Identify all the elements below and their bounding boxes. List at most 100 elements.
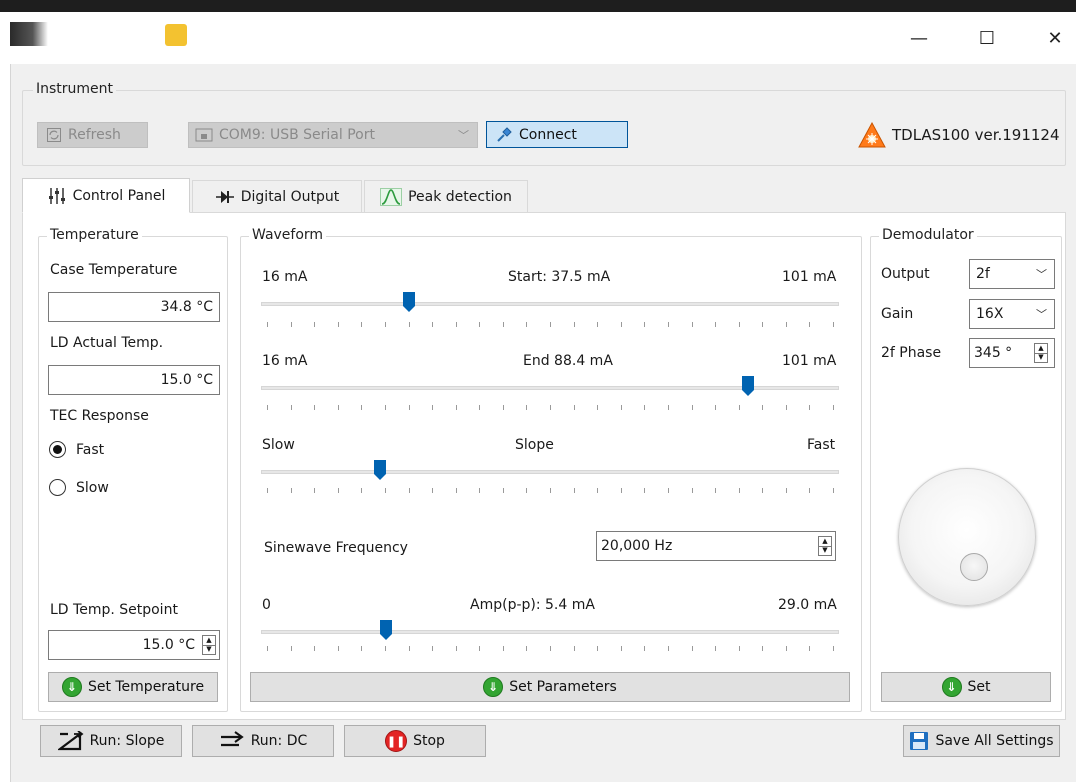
slider-tick [432,646,434,651]
slope-slider-ticks [267,488,834,494]
slider-tick [314,646,316,651]
setpoint-stepper[interactable]: ▲ ▼ [202,635,216,655]
sinewave-frequency-label: Sinewave Frequency [264,540,408,556]
slider-tick [384,488,386,493]
stepper-up-icon[interactable]: ▲ [1035,344,1047,353]
run-dc-button[interactable]: Run: DC [192,725,334,757]
slider-tick [620,488,622,493]
sinewave-stepper[interactable]: ▲ ▼ [818,536,832,556]
set-parameters-button[interactable]: ⇓ Set Parameters [250,672,850,702]
slider-tick [762,322,764,327]
output-label: Output [881,266,930,282]
end-max-label: 101 mA [782,353,837,369]
ld-temp-setpoint-input[interactable]: 15.0 °C [48,630,220,660]
slider-tick [620,405,622,410]
tab-digital-output[interactable]: Digital Output [192,180,362,212]
arrow-down-circle-icon: ⇓ [61,677,82,697]
refresh-button[interactable]: Refresh [37,122,148,148]
slider-tick [597,322,599,327]
set-temperature-button[interactable]: ⇓ Set Temperature [48,672,218,702]
slider-tick [597,646,599,651]
phase-knob-indicator[interactable] [960,553,988,581]
slider-tick [691,646,693,651]
run-slope-label: Run: Slope [89,733,165,749]
tab-peak-detection[interactable]: Peak detection [364,180,528,212]
start-min-label: 16 mA [262,269,308,285]
slider-tick [644,322,646,327]
slope-slider-thumb[interactable] [374,460,387,480]
slider-tick [833,646,834,651]
diode-icon [215,190,234,203]
stop-button[interactable]: ❚❚ Stop [344,725,486,757]
refresh-icon [47,128,61,142]
set-temperature-label: Set Temperature [87,679,205,695]
slider-tick [738,322,740,327]
stepper-up-icon[interactable]: ▲ [819,537,831,546]
start-slider-track[interactable] [261,302,839,306]
output-select[interactable]: 2f ﹀ [969,259,1055,289]
slider-tick [667,322,669,327]
end-slider-ticks [267,405,834,411]
end-slider-thumb[interactable] [742,376,755,396]
output-value: 2f [976,266,990,282]
case-temperature-field: 34.8 °C [48,292,220,322]
arrow-down-circle-icon: ⇓ [941,677,962,697]
amp-slider-thumb[interactable] [379,620,392,640]
chevron-down-icon: ﹀ [1036,268,1047,281]
slider-tick [691,322,693,327]
slider-tick [597,488,599,493]
slider-tick [809,488,811,493]
minimize-button[interactable]: — [894,16,944,60]
save-all-settings-button[interactable]: Save All Settings [903,725,1060,757]
stepper-down-icon[interactable]: ▼ [1035,352,1047,363]
slider-tick [502,646,504,651]
com-port-select[interactable]: COM9: USB Serial Port ﹀ [188,122,478,148]
slope-ramp-icon [57,731,84,751]
waveform-group-title: Waveform [249,227,327,243]
tab-control-panel[interactable]: Control Panel [22,178,190,213]
set-demodulator-button[interactable]: ⇓ Set [881,672,1051,702]
slider-tick [762,488,764,493]
tec-slow-radio[interactable] [49,479,66,496]
version-label: TDLAS100 ver.191124 [892,126,1060,144]
slider-tick [785,488,787,493]
close-button[interactable]: ✕ [1030,16,1076,60]
slider-tick [526,405,528,410]
slope-slider-track[interactable] [261,470,839,474]
slider-tick [809,646,811,651]
slider-tick [337,322,339,327]
stepper-down-icon[interactable]: ▼ [819,545,831,556]
phase-stepper[interactable]: ▲ ▼ [1034,343,1048,363]
stepper-down-icon[interactable]: ▼ [203,644,215,655]
amp-slider-ticks [267,646,834,652]
tec-fast-radio[interactable] [49,441,66,458]
slider-tick [738,405,740,410]
phase-knob[interactable] [898,468,1036,606]
slider-tick [361,322,363,327]
connect-button[interactable]: Connect [486,121,628,148]
peak-icon [380,187,403,206]
slider-tick [762,646,764,651]
gain-select[interactable]: 16X ﹀ [969,299,1055,329]
laser-warning-icon [858,122,886,148]
case-temperature-label: Case Temperature [50,262,178,278]
waveform-group: Waveform [240,227,862,712]
slider-tick [432,488,434,493]
run-slope-button[interactable]: Run: Slope [40,725,182,757]
amp-slider-track[interactable] [261,630,839,634]
slider-tick [314,405,316,410]
slider-tick [550,405,551,410]
chevron-down-icon: ﹀ [458,129,469,142]
maximize-button[interactable]: ☐ [962,16,1012,60]
stepper-up-icon[interactable]: ▲ [203,636,215,645]
slider-tick [550,488,551,493]
port-icon [195,128,213,142]
tec-response-label: TEC Response [50,408,149,424]
sinewave-frequency-input[interactable]: 20,000 Hz [596,531,836,561]
slider-tick [785,646,787,651]
slider-tick [455,322,457,327]
slider-tick [597,405,599,410]
start-slider-thumb[interactable] [402,292,415,312]
save-all-settings-label: Save All Settings [935,733,1054,749]
slider-tick [267,405,268,410]
